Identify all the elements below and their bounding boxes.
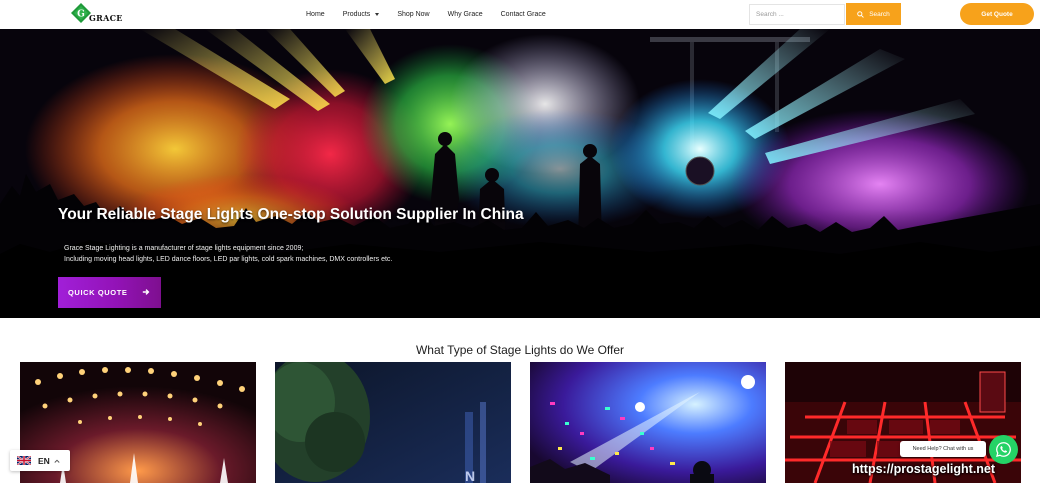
nav-why-grace-label: Why Grace xyxy=(447,11,483,18)
site-url-watermark: https://prostagelight.net xyxy=(852,462,996,476)
search-input[interactable] xyxy=(749,4,845,25)
logo-diamond-icon: G xyxy=(71,3,91,23)
quick-quote-label: QUICK QUOTE xyxy=(68,288,128,297)
nav-home[interactable]: Home xyxy=(306,11,325,18)
language-code: EN xyxy=(38,455,50,466)
arrow-right-icon xyxy=(142,289,150,295)
site-header: G GRACE Home Products Shop Now Why Grace… xyxy=(0,0,1040,29)
chevron-down-icon xyxy=(375,13,380,16)
uk-flag-icon xyxy=(17,456,31,465)
nav-products[interactable]: Products xyxy=(343,11,380,18)
logo-text: GRACE xyxy=(89,13,123,23)
hero-banner: Your Reliable Stage Lights One-stop Solu… xyxy=(0,29,1040,318)
whatsapp-chat-button[interactable] xyxy=(989,435,1018,464)
chevron-up-icon xyxy=(54,459,60,463)
nav-contact-grace-label: Contact Grace xyxy=(500,11,546,18)
search-icon xyxy=(857,10,864,18)
language-switcher[interactable]: EN xyxy=(10,450,70,471)
whatsapp-icon xyxy=(995,442,1011,457)
nav-home-label: Home xyxy=(306,11,325,18)
get-quote-label: Get Quote xyxy=(981,10,1013,18)
nav-shop-now[interactable]: Shop Now xyxy=(397,11,429,18)
section-title: What Type of Stage Lights do We Offer xyxy=(415,343,625,357)
hero-description: Grace Stage Lighting is a manufacturer o… xyxy=(64,243,392,265)
moving-head-light-photo xyxy=(530,362,766,483)
nav-shop-now-label: Shop Now xyxy=(397,11,430,18)
quick-quote-button[interactable]: QUICK QUOTE xyxy=(58,277,161,308)
nav-contact-grace[interactable]: Contact Grace xyxy=(501,11,546,18)
concert-stage-image xyxy=(0,29,1040,318)
nav-why-grace[interactable]: Why Grace xyxy=(448,11,483,18)
nav-products-label: Products xyxy=(342,11,371,18)
product-card-moving-head[interactable] xyxy=(530,362,766,483)
stage-tree-night-photo: N xyxy=(275,362,511,483)
grace-logo[interactable]: G GRACE xyxy=(71,3,129,25)
hero-desc-line-1: Grace Stage Lighting is a manufacturer o… xyxy=(64,245,304,252)
search-button[interactable]: Search xyxy=(846,3,901,25)
chat-help-text: Need Help? Chat with us xyxy=(912,446,974,452)
main-nav: Home Products Shop Now Why Grace Contact… xyxy=(306,0,564,29)
logo-mark-text: G xyxy=(77,10,85,20)
hero-desc-line-2: Including moving head lights, LED dance … xyxy=(64,256,393,263)
product-card-stage-tree[interactable]: N xyxy=(275,362,511,483)
search-button-label: Search xyxy=(869,10,890,18)
chat-help-bubble[interactable]: Need Help? Chat with us xyxy=(900,441,986,457)
svg-text:N: N xyxy=(465,468,475,483)
hero-title: Your Reliable Stage Lights One-stop Solu… xyxy=(58,206,524,223)
get-quote-button[interactable]: Get Quote xyxy=(960,3,1034,25)
